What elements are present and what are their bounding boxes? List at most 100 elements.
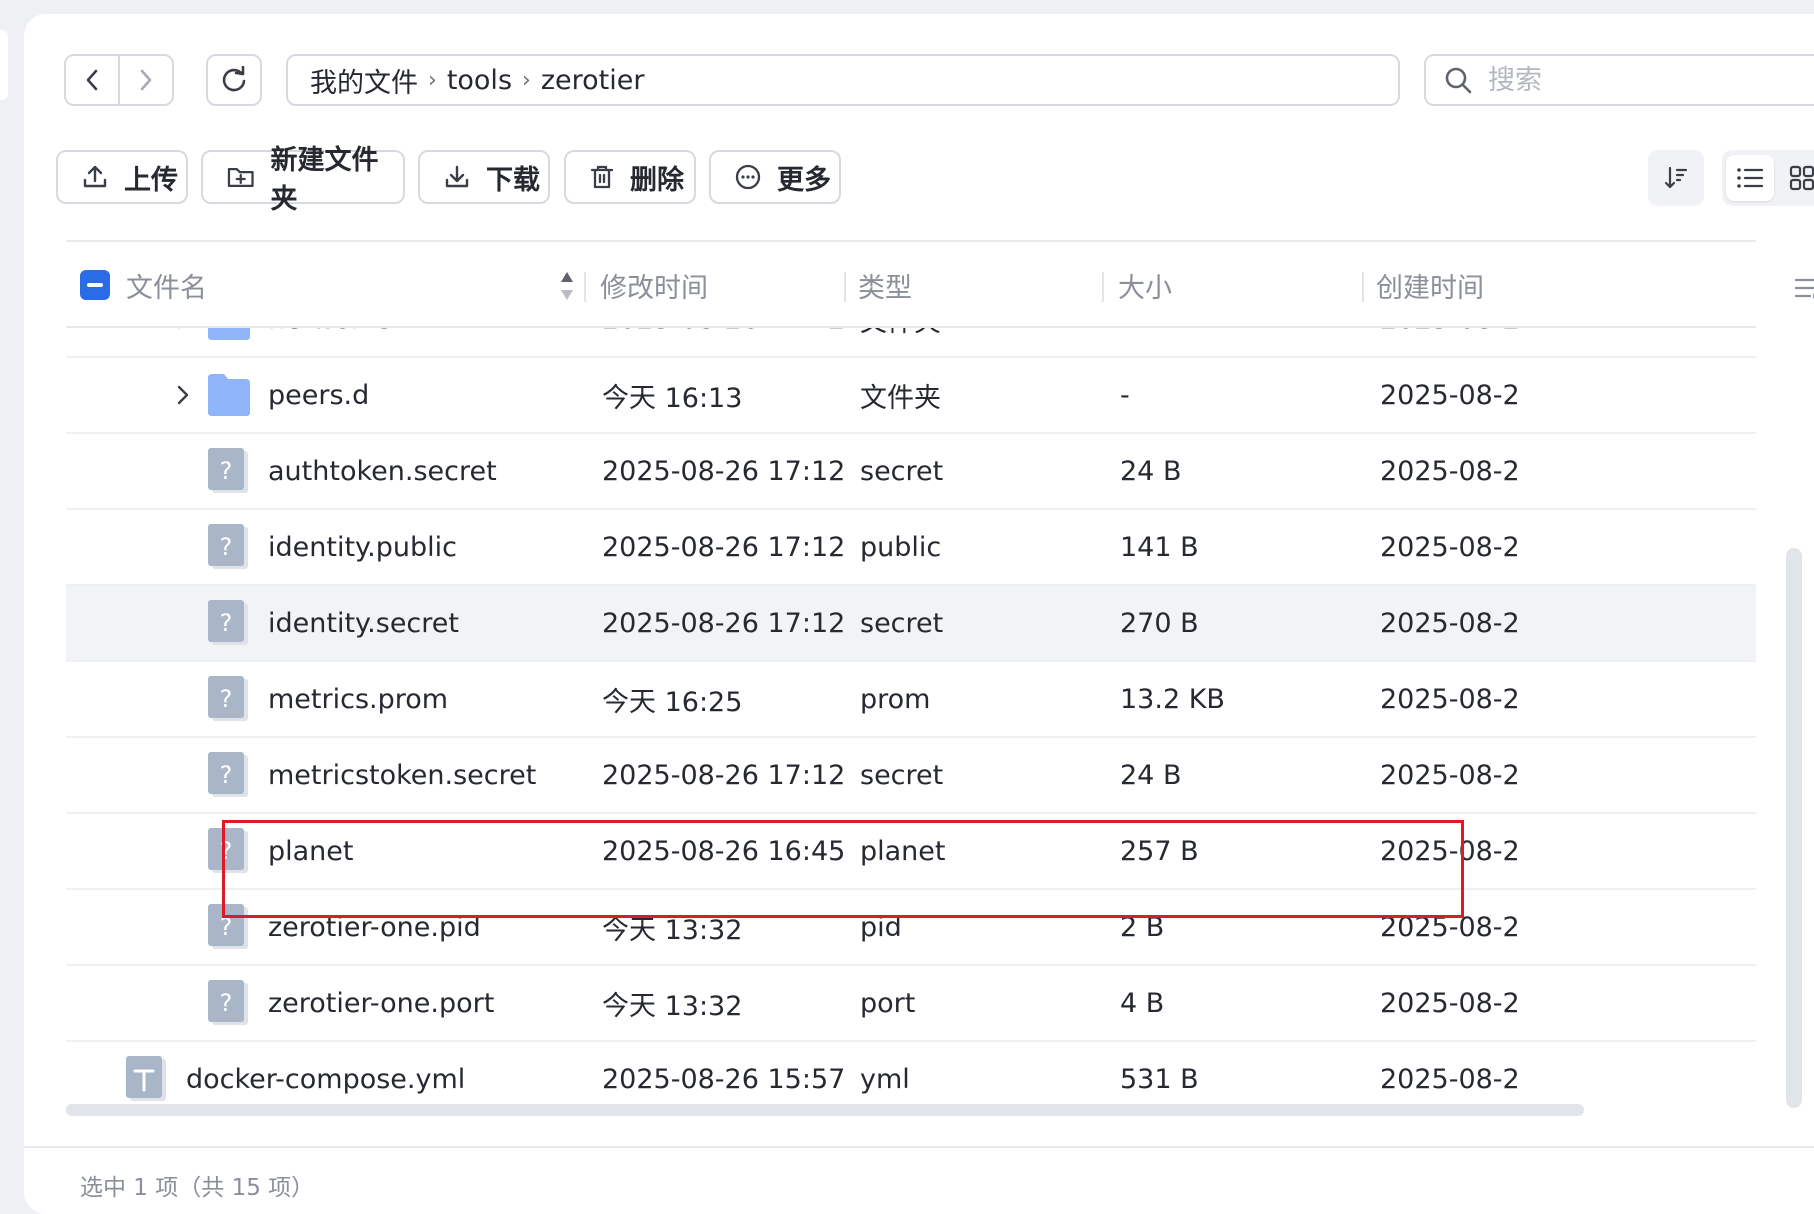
file-modified: 2025-08-26 17:12 bbox=[602, 455, 846, 487]
file-name[interactable]: networks.d bbox=[268, 328, 417, 356]
vertical-scrollbar[interactable] bbox=[1786, 548, 1802, 1108]
column-resizer[interactable] bbox=[1102, 272, 1104, 302]
new-folder-icon bbox=[227, 168, 254, 187]
file-size: - bbox=[1120, 379, 1130, 411]
file-size: 24 B bbox=[1120, 759, 1182, 791]
table-row[interactable]: networks.d 2025-08-26 17:12 文件夹 - 2025-08-2 bbox=[66, 328, 1756, 358]
file-created: 2025-08-2 bbox=[1380, 607, 1520, 639]
column-header-created[interactable]: 创建时间 bbox=[1376, 244, 1484, 326]
file-created: 2025-08-2 bbox=[1380, 328, 1520, 356]
expand-chevron-icon[interactable] bbox=[172, 328, 194, 332]
file-created: 2025-08-2 bbox=[1380, 1063, 1520, 1095]
file-modified: 2025-08-26 17:12 bbox=[602, 607, 846, 639]
column-resizer[interactable] bbox=[844, 272, 846, 302]
trash-icon bbox=[590, 165, 614, 189]
unknown-file-icon: ? bbox=[206, 978, 252, 1028]
divider bbox=[66, 240, 1756, 242]
list-icon bbox=[1737, 168, 1764, 188]
file-manager-panel: 我的文件 › tools › zerotier 上传 新建文件夹 下载 删除 更… bbox=[24, 14, 1814, 1214]
expand-chevron-icon[interactable] bbox=[172, 382, 194, 408]
file-created: 2025-08-2 bbox=[1380, 379, 1520, 411]
file-modified: 2025-08-26 17:12 bbox=[602, 759, 846, 791]
file-type: port bbox=[860, 987, 916, 1019]
unknown-file-icon: ? bbox=[206, 522, 252, 572]
more-button[interactable]: 更多 bbox=[709, 150, 841, 204]
column-header-modified[interactable]: 修改时间 bbox=[600, 244, 708, 326]
table-header: 文件名 修改时间 类型 大小 创建时间 bbox=[66, 244, 1756, 328]
upload-label: 上传 bbox=[124, 164, 178, 196]
file-size: 531 B bbox=[1120, 1063, 1199, 1095]
select-all-checkbox[interactable] bbox=[80, 270, 110, 300]
table-row[interactable]: ? metricstoken.secret 2025-08-26 17:12 secr… bbox=[66, 738, 1756, 814]
table-row[interactable]: ? zerotier-one.port 今天 13:32 port 4 B 2025-08… bbox=[66, 966, 1756, 1042]
download-button[interactable]: 下载 bbox=[418, 150, 550, 204]
breadcrumb-item-root[interactable]: 我的文件 bbox=[310, 61, 418, 100]
table-row[interactable]: ? identity.public 2025-08-26 17:12 public 14… bbox=[66, 510, 1756, 586]
table-row[interactable]: peers.d 今天 16:13 文件夹 - 2025-08-2 bbox=[66, 358, 1756, 434]
delete-button[interactable]: 删除 bbox=[564, 150, 696, 204]
table-row[interactable]: ? identity.secret 2025-08-26 17:12 secret 27… bbox=[66, 586, 1756, 662]
unknown-file-icon: ? bbox=[206, 750, 252, 800]
file-name[interactable]: metricstoken.secret bbox=[268, 738, 536, 812]
file-created: 2025-08-2 bbox=[1380, 683, 1520, 715]
breadcrumb-item-tools[interactable]: tools bbox=[447, 65, 512, 96]
file-name[interactable]: zerotier-one.port bbox=[268, 966, 494, 1040]
table-row[interactable]: docker-compose.yml 2025-08-26 15:57 yml 531… bbox=[66, 1042, 1756, 1112]
sort-button[interactable] bbox=[1648, 150, 1704, 206]
breadcrumb-item-zerotier[interactable]: zerotier bbox=[541, 65, 645, 96]
file-type: yml bbox=[860, 1063, 910, 1095]
table-row[interactable]: ? authtoken.secret 2025-08-26 17:12 secret 2… bbox=[66, 434, 1756, 510]
file-size: 13.2 KB bbox=[1120, 683, 1225, 715]
new-folder-button[interactable]: 新建文件夹 bbox=[201, 145, 405, 215]
breadcrumb-separator-icon: › bbox=[522, 67, 531, 93]
file-list: networks.d 2025-08-26 17:12 文件夹 - 2025-08-2 p… bbox=[66, 328, 1756, 1112]
list-view-button[interactable] bbox=[1726, 155, 1774, 201]
file-modified: 2025-08-26 15:57 bbox=[602, 1063, 846, 1095]
file-name[interactable]: identity.public bbox=[268, 510, 457, 584]
search-icon bbox=[1445, 67, 1472, 94]
refresh-button[interactable] bbox=[206, 54, 262, 106]
svg-text:?: ? bbox=[220, 989, 233, 1017]
file-type: 文件夹 bbox=[860, 328, 941, 356]
upload-icon bbox=[83, 165, 107, 188]
file-type: public bbox=[860, 531, 942, 563]
file-name[interactable]: docker-compose.yml bbox=[186, 1042, 465, 1112]
file-created: 2025-08-2 bbox=[1380, 987, 1520, 1019]
search-box bbox=[1424, 54, 1814, 106]
file-name[interactable]: identity.secret bbox=[268, 586, 459, 660]
column-settings-icon[interactable] bbox=[1794, 276, 1814, 302]
text-file-icon bbox=[124, 1054, 170, 1104]
file-name[interactable]: peers.d bbox=[268, 358, 369, 432]
column-header-name[interactable]: 文件名 bbox=[126, 244, 207, 326]
file-type: secret bbox=[860, 759, 944, 791]
chevron-right-icon bbox=[140, 69, 152, 91]
file-name[interactable]: authtoken.secret bbox=[268, 434, 497, 508]
column-header-type[interactable]: 类型 bbox=[858, 244, 912, 326]
column-resizer[interactable] bbox=[584, 272, 586, 302]
table-row[interactable]: ? metrics.prom 今天 16:25 prom 13.2 KB 2025-08-… bbox=[66, 662, 1756, 738]
file-created: 2025-08-2 bbox=[1380, 759, 1520, 791]
file-modified: 今天 16:25 bbox=[602, 686, 743, 718]
left-panel-edge bbox=[0, 30, 8, 100]
file-created: 2025-08-2 bbox=[1380, 455, 1520, 487]
search-input[interactable] bbox=[1486, 63, 1790, 97]
forward-button[interactable] bbox=[118, 56, 172, 104]
back-button[interactable] bbox=[66, 56, 118, 104]
selection-status: 选中 1 项（共 15 项） bbox=[80, 1175, 315, 1201]
upload-button[interactable]: 上传 bbox=[56, 150, 188, 204]
column-resizer[interactable] bbox=[1362, 272, 1364, 302]
column-header-size[interactable]: 大小 bbox=[1118, 244, 1172, 326]
file-created: 2025-08-2 bbox=[1380, 531, 1520, 563]
more-label: 更多 bbox=[777, 164, 831, 196]
unknown-file-icon: ? bbox=[206, 446, 252, 496]
grid-view-button[interactable] bbox=[1778, 155, 1814, 201]
delete-label: 删除 bbox=[630, 164, 684, 196]
refresh-icon bbox=[222, 66, 246, 92]
file-name[interactable]: metrics.prom bbox=[268, 662, 448, 736]
sort-caret-icon[interactable] bbox=[560, 270, 574, 302]
file-modified: 2025-08-26 17:12 bbox=[602, 328, 845, 356]
folder-icon bbox=[206, 328, 252, 344]
annotation-highlight-box bbox=[222, 820, 1464, 918]
file-type: prom bbox=[860, 683, 931, 715]
horizontal-scrollbar[interactable] bbox=[66, 1104, 1584, 1116]
